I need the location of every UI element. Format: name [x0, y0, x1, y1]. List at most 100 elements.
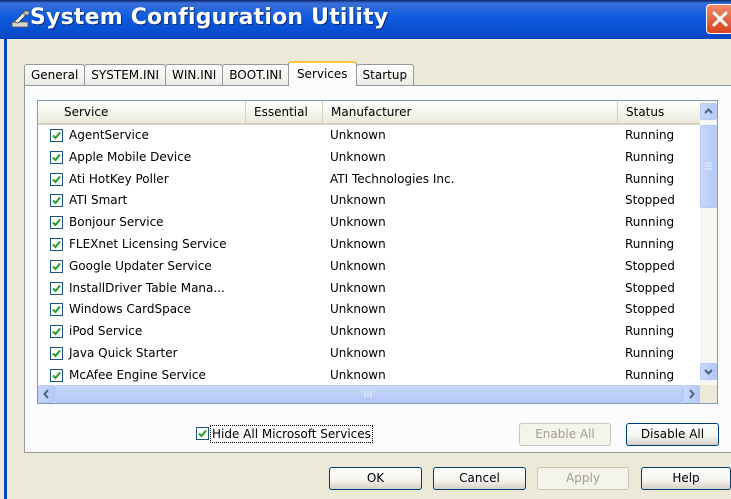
- service-manufacturer: ATI Technologies Inc.: [330, 171, 455, 186]
- checkmark-icon: [52, 131, 61, 140]
- service-checkbox[interactable]: [50, 150, 63, 164]
- tab-boot-ini[interactable]: BOOT.INI: [222, 64, 289, 85]
- horizontal-scrollbar[interactable]: [38, 385, 717, 403]
- chevron-left-icon: [43, 389, 49, 399]
- close-icon: [712, 11, 728, 27]
- table-row[interactable]: Java Quick Starter Unknown Running: [38, 343, 700, 365]
- table-row[interactable]: Apple Mobile Device Unknown Running: [38, 147, 700, 169]
- service-status: Running: [625, 171, 675, 186]
- service-checkbox[interactable]: [50, 216, 63, 230]
- service-name: Bonjour Service: [69, 215, 164, 230]
- grip-icon: [705, 162, 712, 170]
- msconfig-app-icon: [10, 10, 32, 30]
- enable-all-button[interactable]: Enable All: [519, 423, 611, 446]
- ok-button[interactable]: OK: [329, 467, 422, 490]
- service-checkbox[interactable]: [50, 259, 63, 273]
- checkmark-icon: [52, 175, 61, 184]
- tab-system-ini[interactable]: SYSTEM.INI: [84, 64, 166, 85]
- table-row[interactable]: ATI Smart Unknown Stopped: [38, 190, 700, 212]
- service-name: Java Quick Starter: [69, 345, 178, 360]
- service-manufacturer: Unknown: [330, 345, 386, 360]
- scroll-left-button[interactable]: [38, 385, 55, 403]
- service-manufacturer: Unknown: [330, 302, 386, 317]
- table-row[interactable]: FLEXnet Licensing Service Unknown Running: [38, 234, 700, 256]
- column-header-essential[interactable]: Essential: [246, 101, 323, 123]
- service-status: Stopped: [625, 280, 675, 295]
- column-header-status[interactable]: Status: [618, 101, 700, 123]
- service-checkbox[interactable]: [50, 129, 63, 142]
- service-checkbox[interactable]: [50, 172, 63, 186]
- service-name: Apple Mobile Device: [69, 149, 192, 164]
- checkmark-icon: [52, 219, 61, 227]
- table-row[interactable]: McAfee Engine Service Unknown Running: [38, 365, 700, 387]
- service-checkbox[interactable]: [50, 325, 63, 339]
- service-name: InstallDriver Table Mana...: [69, 280, 225, 295]
- service-checkbox[interactable]: [50, 303, 63, 317]
- column-header-service[interactable]: Service: [38, 101, 246, 123]
- checkmark-icon: [52, 240, 61, 249]
- tab-startup[interactable]: Startup: [355, 64, 415, 85]
- service-name: Google Updater Service: [69, 258, 212, 273]
- column-header-manufacturer[interactable]: Manufacturer: [323, 101, 618, 123]
- services-list[interactable]: Service Essential Manufacturer Status Ag…: [37, 100, 718, 404]
- service-manufacturer: Unknown: [330, 128, 386, 142]
- service-status: Stopped: [625, 193, 675, 208]
- service-manufacturer: Unknown: [330, 193, 386, 208]
- service-manufacturer: Unknown: [330, 324, 386, 339]
- tab-strip: General SYSTEM.INI WIN.INI BOOT.INI Serv…: [24, 61, 415, 86]
- disable-all-button[interactable]: Disable All: [626, 423, 719, 446]
- service-status: Running: [625, 236, 675, 251]
- table-row[interactable]: Google Updater Service Unknown Stopped: [38, 256, 700, 278]
- grip-icon: [364, 391, 372, 397]
- close-button[interactable]: [706, 4, 731, 34]
- horizontal-scroll-thumb[interactable]: [55, 385, 683, 403]
- service-status: Running: [625, 128, 675, 142]
- checkmark-icon: [52, 284, 61, 293]
- service-checkbox[interactable]: [50, 237, 63, 251]
- service-name: ATI Smart: [69, 193, 128, 208]
- table-row[interactable]: Windows CardSpace Unknown Stopped: [38, 299, 700, 321]
- chevron-down-icon: [704, 369, 713, 375]
- service-name: Windows CardSpace: [69, 302, 192, 317]
- service-status: Running: [625, 149, 675, 164]
- service-name: McAfee Engine Service: [69, 367, 206, 382]
- checkmark-icon: [52, 153, 61, 162]
- scroll-up-button[interactable]: [700, 103, 717, 120]
- service-checkbox[interactable]: [50, 281, 63, 295]
- apply-button[interactable]: Apply: [537, 467, 629, 490]
- scroll-right-button[interactable]: [683, 385, 700, 403]
- list-header: Service Essential Manufacturer Status: [38, 101, 700, 125]
- vertical-scrollbar[interactable]: [700, 101, 717, 385]
- chevron-right-icon: [689, 389, 695, 399]
- title-bar[interactable]: System Configuration Utility: [0, 0, 731, 39]
- table-row[interactable]: iPod Service Unknown Running: [38, 321, 700, 343]
- checkmark-icon: [52, 306, 61, 314]
- table-row[interactable]: InstallDriver Table Mana... Unknown Stoppe…: [38, 278, 700, 300]
- tab-general[interactable]: General: [24, 64, 86, 85]
- service-manufacturer: Unknown: [330, 280, 386, 295]
- help-button[interactable]: Help: [641, 467, 731, 490]
- service-checkbox[interactable]: [50, 194, 63, 208]
- tab-win-ini[interactable]: WIN.INI: [165, 64, 224, 85]
- service-manufacturer: Unknown: [330, 258, 386, 273]
- checkbox[interactable]: [196, 427, 209, 440]
- service-manufacturer: Unknown: [330, 367, 386, 382]
- table-row[interactable]: Bonjour Service Unknown Running: [38, 212, 700, 234]
- service-manufacturer: Unknown: [330, 215, 386, 230]
- service-status: Running: [625, 324, 675, 339]
- vertical-scroll-thumb[interactable]: [700, 125, 717, 208]
- tab-services[interactable]: Services: [287, 61, 357, 86]
- service-status: Running: [625, 367, 675, 382]
- service-checkbox[interactable]: [50, 368, 63, 382]
- service-checkbox[interactable]: [50, 346, 63, 360]
- scrollbar-corner: [700, 385, 717, 403]
- service-name: iPod Service: [69, 324, 143, 339]
- cancel-button[interactable]: Cancel: [433, 467, 526, 490]
- table-row[interactable]: Ati HotKey Poller ATI Technologies Inc. Ru…: [38, 169, 700, 191]
- scroll-down-button[interactable]: [700, 363, 717, 380]
- checkmark-icon: [52, 328, 61, 336]
- service-name: Ati HotKey Poller: [69, 171, 169, 186]
- service-status: Running: [625, 345, 675, 360]
- table-row[interactable]: AgentService Unknown Running: [38, 125, 700, 147]
- service-name: FLEXnet Licensing Service: [69, 236, 227, 251]
